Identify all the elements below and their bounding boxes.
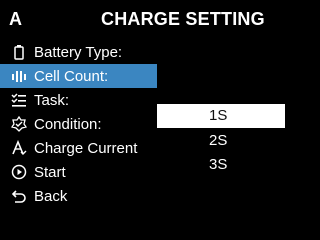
menu-item-battery-type[interactable]: Battery Type: bbox=[0, 40, 157, 64]
settings-menu: Battery Type: Cell Count: Task: Conditio… bbox=[0, 40, 157, 216]
menu-item-label: Task: bbox=[34, 91, 70, 109]
menu-item-label: Back bbox=[34, 187, 68, 205]
option-label: 1S bbox=[209, 107, 228, 124]
charge-current-icon bbox=[10, 139, 28, 157]
option-1s[interactable]: 1S bbox=[157, 104, 285, 128]
menu-item-label: Charge Current bbox=[34, 139, 138, 157]
menu-item-condition[interactable]: Condition: bbox=[0, 112, 157, 136]
menu-item-charge-current[interactable]: Charge Current bbox=[0, 136, 157, 160]
cell-count-dropdown: 1S 2S 3S bbox=[157, 40, 285, 216]
menu-item-back[interactable]: Back bbox=[0, 184, 157, 208]
bottom-strip bbox=[0, 216, 285, 224]
menu-item-start[interactable]: Start bbox=[0, 160, 157, 184]
option-label: 3S bbox=[209, 156, 228, 173]
menu-item-label: Cell Count: bbox=[34, 67, 109, 85]
menu-item-label: Start bbox=[34, 163, 66, 181]
battery-icon bbox=[10, 43, 28, 61]
task-list-icon bbox=[10, 91, 28, 109]
option-3s[interactable]: 3S bbox=[157, 153, 285, 177]
menu-item-task[interactable]: Task: bbox=[0, 88, 157, 112]
page-title: CHARGE SETTING bbox=[101, 9, 265, 29]
menu-item-cell-count[interactable]: Cell Count: bbox=[0, 64, 157, 88]
back-arrow-icon bbox=[10, 187, 28, 205]
cell-count-icon bbox=[10, 67, 28, 85]
play-icon bbox=[10, 163, 28, 181]
option-label: 2S bbox=[209, 132, 228, 149]
header-bar: A CHARGE SETTING bbox=[0, 0, 285, 40]
option-2s[interactable]: 2S bbox=[157, 129, 285, 153]
header-left-label: A bbox=[9, 9, 22, 29]
menu-item-label: Condition: bbox=[34, 115, 102, 133]
menu-item-label: Battery Type: bbox=[34, 43, 123, 61]
condition-icon bbox=[10, 115, 28, 133]
